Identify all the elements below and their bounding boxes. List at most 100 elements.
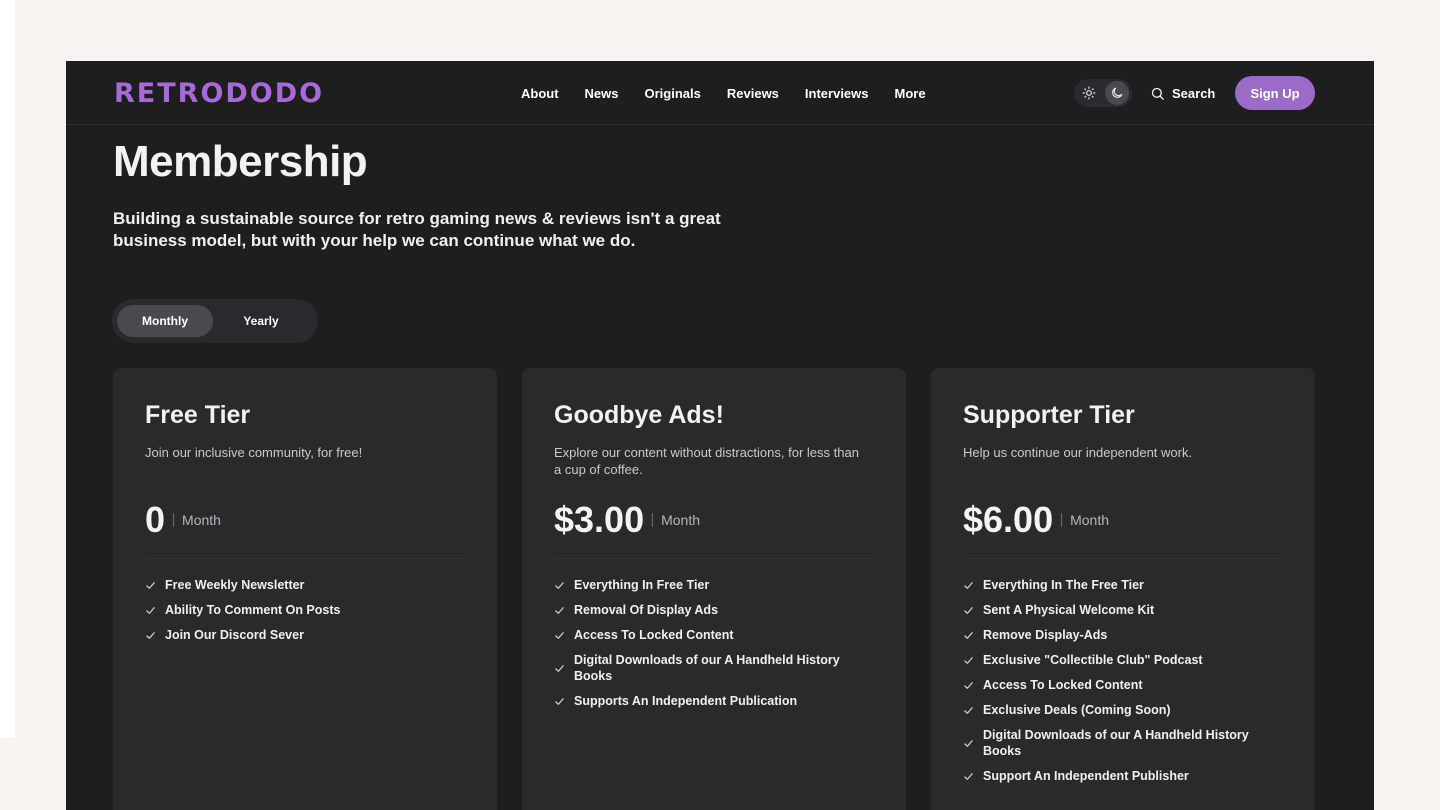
tier-description: Explore our content without distractions… (554, 445, 859, 477)
check-icon (964, 581, 973, 589)
feature-text: Supports An Independent Publication (574, 694, 798, 708)
check-icon (964, 631, 973, 639)
retrododo-logo[interactable]: RETRODODO (114, 75, 324, 111)
feature-text: Join Our Discord Sever (165, 628, 304, 642)
site-header: RETRODODO About News Originals Reviews I… (66, 61, 1374, 125)
card-divider (554, 558, 874, 559)
card-divider (145, 558, 465, 559)
feature-item: Supports An Independent Publication (554, 693, 874, 709)
feature-item: Access To Locked Content (554, 627, 874, 643)
sign-up-button[interactable]: Sign Up (1235, 76, 1315, 110)
price-separator (173, 513, 175, 527)
tier-title: Free Tier (145, 401, 251, 429)
search-label: Search (1172, 85, 1216, 101)
feature-item: Exclusive Deals (Coming Soon) (963, 702, 1283, 718)
feature-item: Removal Of Display Ads (554, 602, 874, 618)
feature-text: Free Weekly Newsletter (165, 578, 305, 592)
check-icon (555, 581, 564, 589)
tier-price: $6.00 (963, 499, 1054, 540)
feature-text: Removal Of Display Ads (574, 603, 719, 617)
feature-text: Access To Locked Content (983, 678, 1143, 692)
check-icon (146, 581, 155, 589)
card-divider (963, 558, 1283, 559)
price-separator (1061, 513, 1063, 527)
feature-text: Everything In Free Tier (574, 578, 710, 592)
feature-text: Support An Independent Publisher (983, 769, 1189, 783)
feature-text: Exclusive Deals (Coming Soon) (983, 703, 1171, 717)
feature-item: Free Weekly Newsletter (145, 577, 465, 593)
check-icon (964, 681, 973, 689)
sun-icon (1082, 86, 1096, 100)
tier-description: Help us continue our independent work. (963, 445, 1193, 460)
feature-text: Access To Locked Content (574, 628, 734, 642)
tier-period: Month (1070, 512, 1110, 528)
billing-monthly-option[interactable]: Monthly (117, 305, 213, 337)
check-icon (964, 772, 973, 780)
feature-text: Everything In The Free Tier (983, 578, 1144, 592)
tier-price-row: 0 Month (145, 498, 221, 542)
tier-price-row: $6.00 Month (963, 498, 1109, 542)
feature-text: Sent A Physical Welcome Kit (983, 603, 1155, 617)
search-button[interactable]: Search (1150, 81, 1215, 105)
check-icon (555, 697, 564, 705)
moon-icon (1112, 87, 1123, 98)
feature-item: Remove Display-Ads (963, 627, 1283, 643)
tier-title: Supporter Tier (963, 401, 1135, 429)
feature-text: Digital Downloads of our A Handheld Hist… (983, 728, 1249, 758)
logo-text: RETRODODO (114, 77, 325, 109)
feature-text: Digital Downloads of our A Handheld Hist… (574, 653, 840, 683)
nav-item-about[interactable]: About (521, 86, 559, 101)
tier-card-supporter: Supporter Tier Help us continue our inde… (931, 368, 1315, 810)
page-frame: RETRODODO About News Originals Reviews I… (66, 61, 1374, 810)
tier-price: 0 (145, 499, 166, 540)
tier-card-goodbye-ads: Goodbye Ads! Explore our content without… (522, 368, 906, 810)
left-margin-strip (0, 0, 15, 738)
tier-card-free: Free Tier Join our inclusive community, … (113, 368, 497, 810)
feature-item: Sent A Physical Welcome Kit (963, 602, 1283, 618)
check-icon (964, 606, 973, 614)
theme-toggle (1074, 79, 1132, 107)
nav-item-interviews[interactable]: Interviews (805, 86, 869, 101)
page-title: Membership (113, 137, 368, 186)
feature-item: Digital Downloads of our A Handheld Hist… (554, 652, 874, 684)
tier-feature-list: Everything In The Free Tier Sent A Physi… (963, 577, 1283, 793)
tier-price-row: $3.00 Month (554, 498, 700, 542)
billing-period-toggle: Monthly Yearly (112, 299, 318, 343)
nav-item-more[interactable]: More (895, 86, 926, 101)
page-subtitle: Building a sustainable source for retro … (113, 209, 721, 250)
tier-price: $3.00 (554, 499, 645, 540)
check-icon (964, 656, 973, 664)
feature-text: Remove Display-Ads (983, 628, 1108, 642)
feature-text: Exclusive "Collectible Club" Podcast (983, 653, 1203, 667)
check-icon (555, 631, 564, 639)
nav-item-news[interactable]: News (585, 86, 619, 101)
main-nav: About News Originals Reviews Interviews … (521, 61, 952, 125)
feature-item: Everything In The Free Tier (963, 577, 1283, 593)
tier-title: Goodbye Ads! (554, 401, 724, 429)
check-icon (964, 706, 973, 714)
tier-feature-list: Free Weekly Newsletter Ability To Commen… (145, 577, 465, 652)
tier-feature-list: Everything In Free Tier Removal Of Displ… (554, 577, 874, 718)
feature-item: Join Our Discord Sever (145, 627, 465, 643)
billing-yearly-option[interactable]: Yearly (213, 305, 309, 337)
feature-item: Exclusive "Collectible Club" Podcast (963, 652, 1283, 668)
check-icon (964, 739, 973, 747)
nav-item-originals[interactable]: Originals (645, 86, 701, 101)
feature-item: Access To Locked Content (963, 677, 1283, 693)
check-icon (146, 606, 155, 614)
search-icon (1151, 87, 1164, 100)
feature-item: Ability To Comment On Posts (145, 602, 465, 618)
price-separator (652, 513, 654, 527)
check-icon (555, 606, 564, 614)
nav-item-reviews[interactable]: Reviews (727, 86, 779, 101)
feature-text: Ability To Comment On Posts (165, 603, 341, 617)
feature-item: Support An Independent Publisher (963, 768, 1283, 784)
dark-mode-button[interactable] (1105, 81, 1129, 105)
light-mode-button[interactable] (1077, 81, 1101, 105)
tier-period: Month (182, 512, 221, 528)
check-icon (146, 631, 155, 639)
feature-item: Everything In Free Tier (554, 577, 874, 593)
tier-period: Month (661, 512, 701, 528)
check-icon (555, 664, 564, 672)
tier-description: Join our inclusive community, for free! (145, 445, 363, 460)
